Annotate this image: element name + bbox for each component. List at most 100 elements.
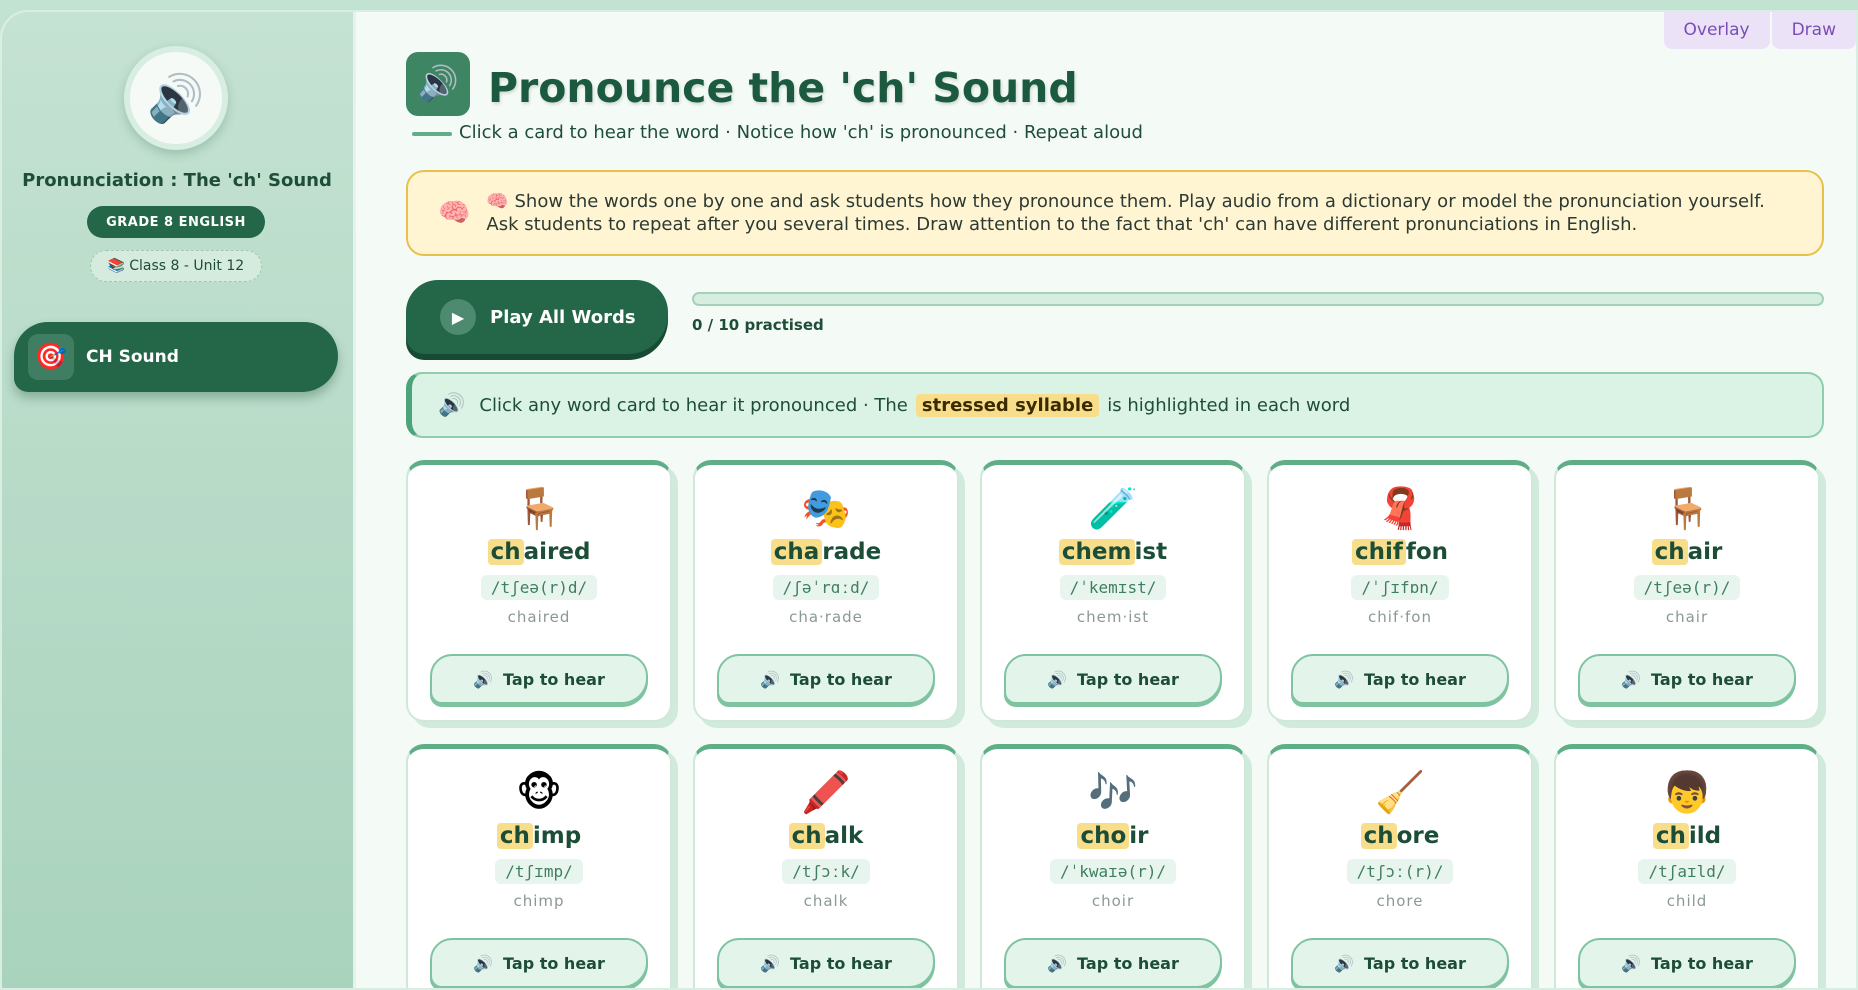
tap-to-hear-button[interactable]: 🔊 Tap to hear <box>717 654 935 704</box>
word-card[interactable]: 👦 ch ild /tʃaɪld/ child 🔊 Tap to hear <box>1554 744 1820 988</box>
word-emoji-icon: 🪑 <box>1662 486 1712 532</box>
stressed-syllable: ch <box>1652 823 1689 849</box>
word: ch imp <box>408 823 670 849</box>
ipa-transcription: /ˈʃɪfɒn/ <box>1351 575 1449 600</box>
tap-to-hear-label: Tap to hear <box>1364 669 1466 689</box>
unit-badge: 📚 Class 8 - Unit 12 <box>90 250 262 282</box>
brain-icon: 🧠 <box>438 198 471 228</box>
word: ch ild <box>1556 823 1818 849</box>
ipa-transcription: /ˈkwaɪə(r)/ <box>1050 859 1176 884</box>
word-emoji-icon: 🧣 <box>1375 486 1425 532</box>
word-rest: ild <box>1688 823 1722 849</box>
word-rest: alk <box>824 823 864 849</box>
tap-to-hear-button[interactable]: 🔊 Tap to hear <box>1578 938 1796 988</box>
word-card[interactable]: 🐵 ch imp /tʃɪmp/ chimp 🔊 Tap to hear <box>406 744 672 988</box>
word-rest: ist <box>1134 539 1168 565</box>
speaker-icon: 🔊 <box>1621 669 1642 689</box>
word: cha rade <box>695 539 957 565</box>
syllable-breakdown: chimp <box>513 892 565 910</box>
syllable-breakdown: choir <box>1091 892 1135 910</box>
word: chem ist <box>982 539 1244 565</box>
word: cho ir <box>982 823 1244 849</box>
word-emoji-icon: 🎶 <box>1088 770 1138 816</box>
stressed-syllable: ch <box>496 823 533 849</box>
stressed-syllable: chif <box>1351 539 1406 565</box>
overlay-button[interactable]: Overlay <box>1663 12 1770 49</box>
progress-bar <box>692 292 1824 306</box>
tap-to-hear-button[interactable]: 🔊 Tap to hear <box>1291 938 1509 988</box>
tap-to-hear-button[interactable]: 🔊 Tap to hear <box>1291 654 1509 704</box>
speaker-icon: 🔊 <box>1334 953 1355 973</box>
speaker-icon: 🔊 <box>1334 669 1355 689</box>
tap-to-hear-label: Tap to hear <box>503 669 605 689</box>
draw-button[interactable]: Draw <box>1771 12 1856 49</box>
info-text-after: is highlighted in each word <box>1107 394 1351 416</box>
speaker-icon: 🔊 <box>760 669 781 689</box>
stressed-syllable: ch <box>1360 823 1397 849</box>
speaker-icon: 🔊 <box>473 669 494 689</box>
tap-to-hear-button[interactable]: 🔊 Tap to hear <box>1004 938 1222 988</box>
ipa-transcription: /tʃɪmp/ <box>495 859 583 884</box>
ipa-transcription: /tʃaɪld/ <box>1638 859 1736 884</box>
tap-to-hear-button[interactable]: 🔊 Tap to hear <box>1578 654 1796 704</box>
word-card[interactable]: 🎶 cho ir /ˈkwaɪə(r)/ choir 🔊 Tap to hear <box>980 744 1246 988</box>
word-card[interactable]: 🪑 ch aired /tʃeə(r)d/ chaired 🔊 Tap to he… <box>406 460 672 722</box>
word-emoji-icon: 🐵 <box>515 770 563 816</box>
info-banner: 🔊 Click any word card to hear it pronoun… <box>406 372 1824 438</box>
speaker-icon: 🔊 <box>1047 953 1068 973</box>
speaker-icon: 🔊 <box>760 953 781 973</box>
word-rest: imp <box>532 823 582 849</box>
tap-to-hear-button[interactable]: 🔊 Tap to hear <box>430 938 648 988</box>
word-emoji-icon: 👦 <box>1662 770 1712 816</box>
tip-text: 🧠 Show the words one by one and ask stud… <box>486 190 1765 235</box>
tap-to-hear-label: Tap to hear <box>1651 953 1753 973</box>
stressed-syllable: ch <box>788 823 825 849</box>
syllable-breakdown: child <box>1666 892 1708 910</box>
word-card[interactable]: 🪑 ch air /tʃeə(r)/ chair 🔊 Tap to hear <box>1554 460 1820 722</box>
top-toolbar: Overlay Draw <box>1663 12 1856 49</box>
play-all-button[interactable]: ▶ Play All Words <box>406 280 668 354</box>
tap-to-hear-button[interactable]: 🔊 Tap to hear <box>1004 654 1222 704</box>
word-card[interactable]: 🎭 cha rade /ʃəˈrɑːd/ cha·rade 🔊 Tap to he… <box>693 460 959 722</box>
speaker-icon: 🔊 <box>473 953 494 973</box>
syllable-breakdown: chalk <box>803 892 849 910</box>
subtitle-divider <box>412 132 452 136</box>
sidebar-item-ch-sound[interactable]: 🎯 CH Sound <box>14 322 338 392</box>
stressed-syllable: chem <box>1058 539 1135 565</box>
word-card[interactable]: 🧣 chif fon /ˈʃɪfɒn/ chif·fon 🔊 Tap to hea… <box>1267 460 1533 722</box>
word: ch air <box>1556 539 1818 565</box>
word: ch aired <box>408 539 670 565</box>
tap-to-hear-label: Tap to hear <box>1651 669 1753 689</box>
word-rest: air <box>1687 539 1723 565</box>
word-rest: ore <box>1396 823 1440 849</box>
word-rest: aired <box>523 539 591 565</box>
word-rest: fon <box>1405 539 1449 565</box>
word: ch alk <box>695 823 957 849</box>
word-card[interactable]: 🧪 chem ist /ˈkemɪst/ chem·ist 🔊 Tap to he… <box>980 460 1246 722</box>
word-card[interactable]: 🧹 ch ore /tʃɔː(r)/ chore 🔊 Tap to hear <box>1267 744 1533 988</box>
speaker-icon: 🔊 <box>130 52 222 144</box>
tap-to-hear-label: Tap to hear <box>1364 953 1466 973</box>
stressed-syllable-highlight: stressed syllable <box>915 393 1100 417</box>
word-emoji-icon: 🧪 <box>1088 486 1138 532</box>
tap-to-hear-button[interactable]: 🔊 Tap to hear <box>717 938 935 988</box>
sidebar-item-label: CH Sound <box>86 347 179 367</box>
tap-to-hear-button[interactable]: 🔊 Tap to hear <box>430 654 648 704</box>
sidebar-title: Pronunciation : The 'ch' Sound <box>22 170 332 191</box>
speaker-icon: 🔊 <box>406 52 470 116</box>
speaker-icon: 🔊 <box>1621 953 1642 973</box>
word-card[interactable]: 🖍️ ch alk /tʃɔːk/ chalk 🔊 Tap to hear <box>693 744 959 988</box>
books-icon: 📚 <box>107 258 126 274</box>
stressed-syllable: ch <box>487 539 524 565</box>
word-emoji-icon: 🧹 <box>1375 770 1425 816</box>
main-content: 🔊 Pronounce the 'ch' Sound Click a card … <box>356 12 1856 988</box>
ipa-transcription: /tʃeə(r)/ <box>1633 575 1741 600</box>
word-emoji-icon: 🪑 <box>514 486 564 532</box>
word-card-grid: 🪑 ch aired /tʃeə(r)d/ chaired 🔊 Tap to he… <box>406 460 1830 988</box>
page-title: Pronounce the 'ch' Sound <box>488 64 1078 112</box>
word-emoji-icon: 🖍️ <box>801 770 851 816</box>
tap-to-hear-label: Tap to hear <box>1077 669 1179 689</box>
word-emoji-icon: 🎭 <box>801 486 851 532</box>
progress-text: 0 / 10 practised <box>692 316 824 334</box>
syllable-breakdown: chair <box>1665 608 1709 626</box>
